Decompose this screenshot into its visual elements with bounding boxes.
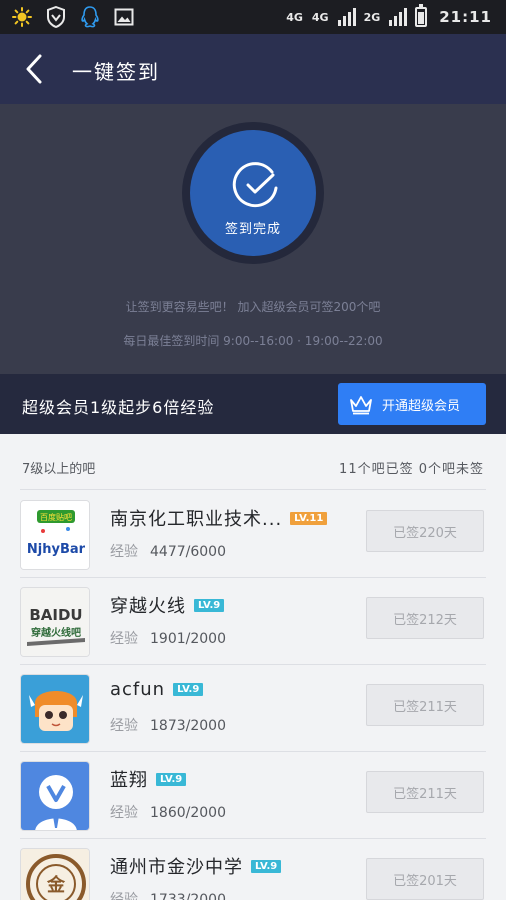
- crown-icon: [350, 396, 372, 415]
- sign-status-panel: 签到完成 让签到更容易些吧！ 加入超级会员可签200个吧 每日最佳签到时间 9:…: [0, 104, 506, 374]
- forum-name: acfun: [110, 679, 166, 700]
- list-item[interactable]: acfun LV.9 经验 1873/2000 已签211天: [20, 665, 486, 752]
- exp-value: 1860/2000: [150, 805, 226, 821]
- forum-name: 通州市金沙中学: [110, 857, 243, 878]
- exp-value: 1901/2000: [150, 631, 226, 647]
- exp-value: 1733/2000: [150, 892, 226, 900]
- exp-value: 4477/6000: [150, 544, 226, 560]
- forum-avatar: BAIDU 穿越火线吧: [20, 587, 90, 657]
- exp-line: 经验 1860/2000: [110, 802, 226, 822]
- vip-banner: 超级会员1级起步6倍经验 开通超级会员: [0, 374, 506, 434]
- signal-icon: [389, 8, 408, 26]
- level-badge: LV.9: [156, 772, 187, 786]
- forum-avatar: 金: [20, 848, 90, 900]
- network-label: 4G: [286, 10, 303, 24]
- network-label: 4G: [311, 10, 329, 24]
- exp-label: 经验: [110, 718, 138, 734]
- clock: 21:11: [439, 8, 492, 26]
- exp-line: 经验 1733/2000: [110, 889, 226, 900]
- list-item[interactable]: 蓝翔 LV.9 经验 1860/2000 已签211天: [20, 752, 486, 839]
- level-badge: LV.9: [173, 683, 204, 696]
- exp-line: 经验 1901/2000: [110, 628, 226, 648]
- forum-avatar: [20, 674, 90, 744]
- list-header-title: 7级以上的吧: [22, 462, 96, 477]
- forum-name: 蓝翔: [110, 770, 148, 791]
- list-item[interactable]: 百度贴吧 NjhyBar 南京化工职业技术... LV.11 经验 4477/60…: [20, 491, 486, 578]
- forum-avatar: 百度贴吧 NjhyBar: [20, 500, 90, 570]
- forum-list: 7级以上的吧 11个吧已签 0个吧未签 百度贴吧 NjhyBar 南京化工职业技…: [0, 434, 506, 900]
- refresh-check-icon: [232, 162, 278, 208]
- app-header: 一键签到: [0, 34, 506, 104]
- image-icon: [114, 8, 134, 26]
- list-header: 7级以上的吧 11个吧已签 0个吧未签: [20, 434, 486, 490]
- network-label: 2G: [363, 10, 381, 24]
- battery-icon: [415, 4, 428, 27]
- promo-text: 让签到更容易些吧！ 加入超级会员可签200个吧: [125, 300, 381, 314]
- page-title: 一键签到: [72, 60, 160, 84]
- exp-label: 经验: [110, 631, 138, 647]
- signed-days-button[interactable]: 已签211天: [366, 684, 484, 726]
- exp-label: 经验: [110, 805, 138, 821]
- chevron-left-icon[interactable]: [18, 50, 54, 88]
- sign-status-label: 签到完成: [224, 222, 281, 237]
- open-vip-button[interactable]: 开通超级会员: [338, 383, 486, 425]
- svg-text:BAIDU: BAIDU: [29, 606, 82, 624]
- exp-label: 经验: [110, 892, 138, 900]
- shield-icon: [47, 6, 65, 28]
- exp-label: 经验: [110, 544, 138, 560]
- forum-avatar: [20, 761, 90, 831]
- list-item[interactable]: BAIDU 穿越火线吧 穿越火线 LV.9 经验 1901/2000 已签212天: [20, 578, 486, 665]
- svg-text:NjhyBar: NjhyBar: [27, 542, 86, 557]
- exp-line: 经验 4477/6000: [110, 541, 226, 561]
- signed-days-button[interactable]: 已签211天: [366, 771, 484, 813]
- open-vip-label: 开通超级会员: [382, 398, 461, 414]
- qq-penguin-icon: [81, 6, 99, 28]
- signal-icon: [337, 8, 356, 26]
- exp-line: 经验 1873/2000: [110, 715, 226, 735]
- list-item[interactable]: 金 通州市金沙中学 LV.9 经验 1733/2000 已签201天: [20, 839, 486, 900]
- brightness-icon: [12, 7, 32, 27]
- signed-days-button[interactable]: 已签212天: [366, 597, 484, 639]
- svg-text:百度贴吧: 百度贴吧: [40, 512, 72, 522]
- best-time-text: 每日最佳签到时间 9:00--16:00 · 19:00--22:00: [123, 334, 383, 348]
- level-badge: LV.11: [290, 511, 328, 525]
- vip-promo-text: 超级会员1级起步6倍经验: [22, 398, 215, 417]
- level-badge: LV.9: [251, 859, 282, 873]
- svg-text:金: 金: [46, 874, 66, 896]
- exp-value: 1873/2000: [150, 718, 226, 734]
- forum-name: 南京化工职业技术...: [110, 509, 283, 530]
- level-badge: LV.9: [194, 598, 225, 612]
- svg-text:穿越火线吧: 穿越火线吧: [31, 626, 81, 639]
- sign-summary: 11个吧已签 0个吧未签: [339, 462, 484, 477]
- sign-complete-circle: 签到完成: [190, 130, 316, 256]
- signed-days-button[interactable]: 已签201天: [366, 858, 484, 900]
- signed-days-button[interactable]: 已签220天: [366, 510, 484, 552]
- status-bar: 4G 4G 2G 21:11: [0, 0, 506, 34]
- status-ring: 签到完成: [182, 122, 324, 264]
- forum-name: 穿越火线: [110, 596, 186, 617]
